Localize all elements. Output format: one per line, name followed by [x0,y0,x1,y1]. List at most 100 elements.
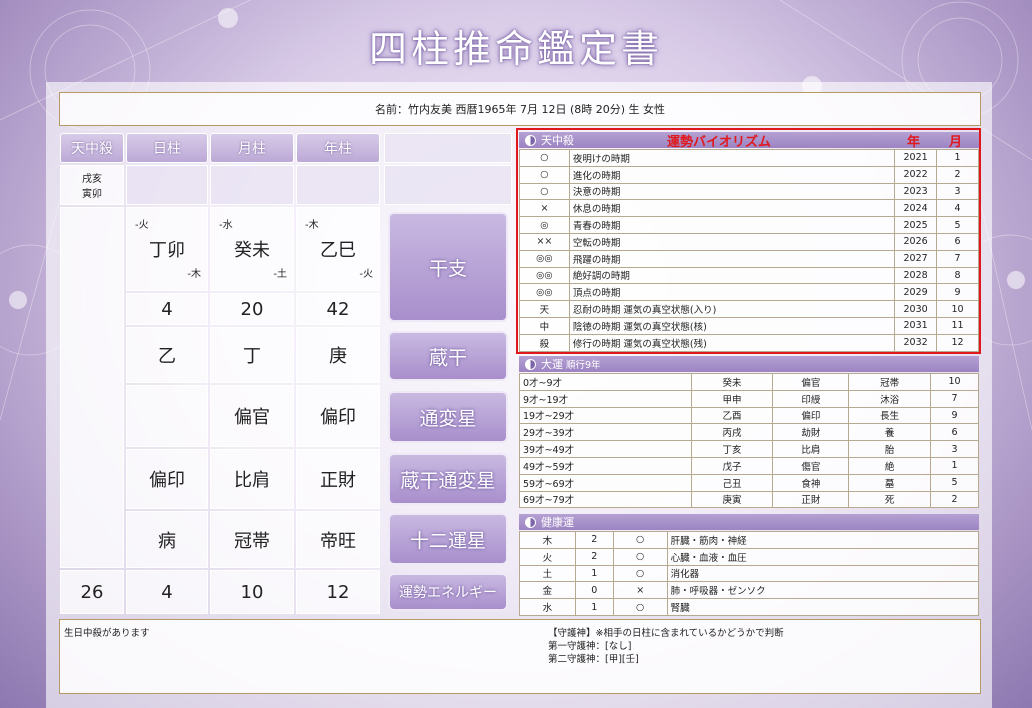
biorhythm-row-cell: ○ [519,182,570,201]
taiun-row: 19才~29才 乙酉 偏印 長生 9 [519,406,979,425]
month-kanshi: 癸未 [234,240,270,261]
label-energy: 運勢エネルギー [388,573,508,611]
taiun-row-cell: 比肩 [772,440,850,458]
day-zoukan-tsuhen: 偏印 [126,449,208,509]
label-unsei: 十二運星 [388,513,508,565]
yin-yang-icon [525,516,536,528]
biorhythm-row-cell: 夜明けの時期 [568,149,896,167]
biorhythm-row-cell: 2 [936,165,979,184]
day-tsuhen [126,385,208,447]
taiun-row-cell: 49才~59才 [519,456,692,475]
day-kanshi-top: -火 [135,220,149,231]
year-kanshi-top: -木 [305,220,319,231]
biorhythm-title: 運勢バイオリズム [667,134,772,150]
kenko-row-cell: 肺・呼吸器・ゼンソク [666,581,980,600]
taiun-row-cell: 死 [848,490,932,509]
taiun-row-cell: 印綬 [772,389,850,408]
biorhythm-row-cell: 11 [936,316,979,335]
taiun-row-cell: 冠帯 [848,373,932,391]
biorhythm-row-cell: 空転の時期 [568,232,896,251]
tenchu-header-label: 天中殺 [541,134,574,147]
taiun-row-cell: 食神 [772,473,850,492]
biorhythm-row-cell: 2022 [894,165,938,184]
taiun-row-cell: 甲申 [690,389,774,408]
taiun-row-cell: 戊子 [690,456,774,475]
biorhythm-row-cell: 5 [936,216,979,234]
biorhythm-row-cell: 2026 [894,232,938,251]
empty-cell [384,165,512,205]
empty-cell [296,165,380,205]
biorhythm-row-cell: ◎◎ [519,266,570,285]
biorhythm-row: 天忍耐の時期 運気の真空状態(入り) 2030 10 [519,300,979,318]
taiun-row-cell: 丁亥 [690,440,774,458]
taiun-row-cell: 9才~19才 [519,389,692,408]
name-bar: 名前：竹内友美 西暦1965年 7月 12日 (8時 20分) 生 女性 [59,92,981,126]
biorhythm-row-cell: 陰徳の時期 運気の真空状態(核) [568,316,896,335]
kenko-row: 金 0 × 肺・呼吸器・ゼンソク [519,581,980,600]
kenko-row-cell: 2 [574,547,614,566]
kenko-row-cell: ○ [612,564,668,583]
biorhythm-row-cell: 2028 [894,266,938,285]
biorhythm-row: ○ 決意の時期 2023 3 [519,182,979,201]
kenko-row-cell: 0 [574,581,614,600]
label-zoukan-tsuhen: 蔵干通変星 [388,453,508,505]
month-kanshi-top: -水 [219,220,233,231]
label-kanshi: 干支 [388,212,508,322]
biorhythm-row: ◎ 青春の時期 2025 5 [519,216,979,234]
kenko-row-cell: 火 [519,547,576,566]
biorhythm-row: ○ 進化の時期 2022 2 [519,165,979,184]
taiun-row-cell: 0才~9才 [519,373,692,391]
month-number: 20 [210,293,294,325]
taiun-row-cell: 胎 [848,440,932,458]
biorhythm-row: 中陰徳の時期 運気の真空状態(核) 2031 11 [519,316,979,335]
kenko-row-cell: 腎臓 [666,598,980,616]
header-year-pillar: 年柱 [296,133,380,163]
taiun-panel-header: 大運 順行9年 [519,356,979,372]
biorhythm-row-cell: ×× [519,232,570,251]
month-zoukan-tsuhen: 比肩 [210,449,294,509]
year-kanshi: 乙巳 [320,240,356,261]
notes-box: 生日中殺があります 【守護神】※相手の日柱に含まれているかどうかで判断 第一守護… [59,619,981,694]
taiun-row-cell: 偏印 [772,406,850,425]
year-zoukan-tsuhen: 正財 [296,449,380,509]
shugo-first: 第一守護神：[なし] [548,641,632,652]
taiun-row-cell: 2 [930,490,979,509]
biorhythm-row-cell: 2027 [894,249,938,268]
biorhythm-row-cell: 飛躍の時期 [568,249,896,268]
kenko-row: 水 1 ○ 腎臓 [519,598,980,616]
kenko-row-cell: 1 [574,598,614,616]
biorhythm-row-cell: 2032 [894,333,938,352]
month-kanshi-bottom: -土 [273,269,287,280]
kenko-row: 木 2 ○ 肝臓・筋肉・神経 [519,531,980,549]
name-line: 名前：竹内友美 西暦1965年 7月 12日 (8時 20分) 生 女性 [374,103,666,116]
day-kanshi-bottom: -木 [187,269,201,280]
biorhythm-row-cell: 7 [936,249,979,268]
page-title: 四柱推命鑑定書 [368,27,663,71]
taiun-row-cell: 3 [930,440,979,458]
month-kanshi-cell: -水 癸未 -土 [210,207,294,291]
month-zoukan: 丁 [210,327,294,383]
empty-cell [126,165,208,205]
total-energy: 26 [60,570,124,614]
biorhythm-row-cell: ◎ [519,216,570,234]
biorhythm-row-cell: 3 [936,182,979,201]
taiun-row-cell: 正財 [772,490,850,509]
yin-yang-icon [525,134,536,146]
tenchusatsu-cell: 戌亥 寅卯 [60,165,124,205]
taiun-row-cell: 長生 [848,406,932,425]
biorhythm-row: 殺修行の時期 運気の真空状態(残) 2032 12 [519,333,979,352]
taiun-row-cell: 19才~29才 [519,406,692,425]
kenko-row-cell: 木 [519,531,576,549]
kenko-row: 火 2 ○ 心臓・血液・血圧 [519,547,980,566]
taiun-row: 29才~39才 丙戌 劫財養 6 [519,423,979,442]
header-blank [384,133,512,163]
biorhythm-row-cell: 決意の時期 [568,182,896,201]
biorhythm-row: × 休息の時期 2024 4 [519,199,979,218]
taiun-row: 39才~49才 丁亥 比肩胎 3 [519,440,979,458]
biorhythm-row-cell: 2021 [894,149,938,167]
day-unsei: 病 [126,511,208,568]
day-zoukan: 乙 [126,327,208,383]
biorhythm-row-cell: ○ [519,165,570,184]
year-energy: 12 [296,570,380,614]
header-day-pillar: 日柱 [126,133,208,163]
